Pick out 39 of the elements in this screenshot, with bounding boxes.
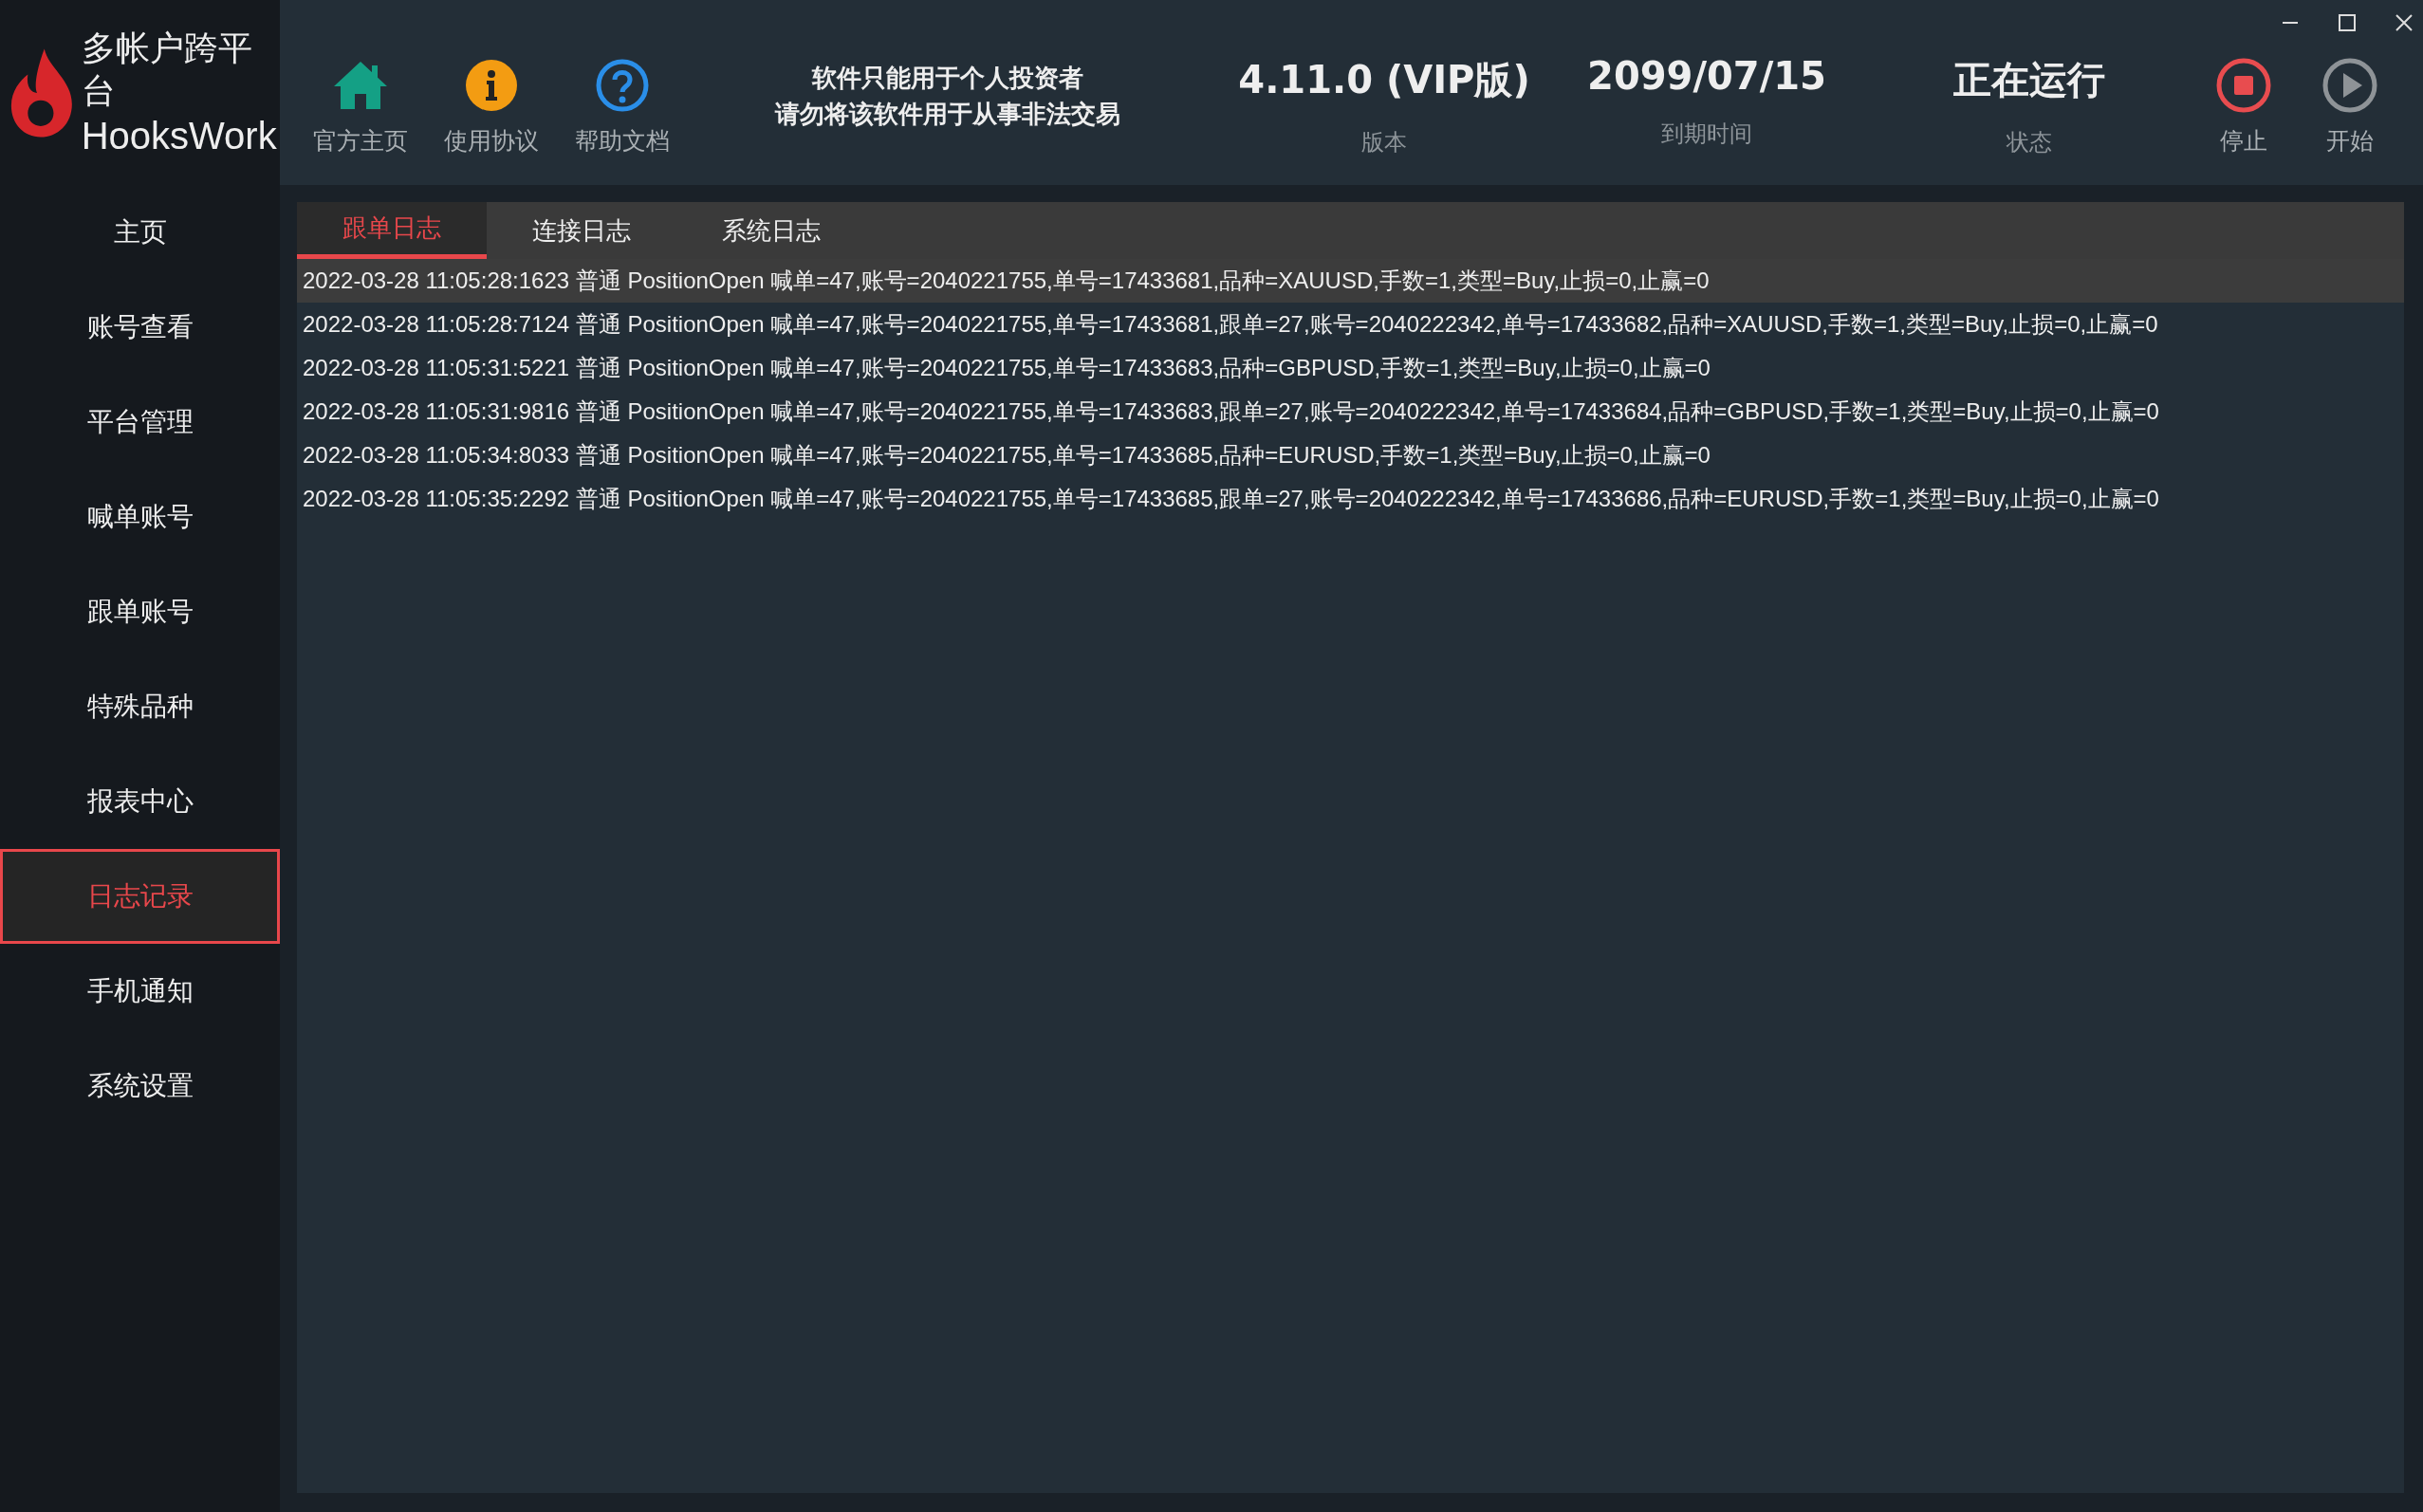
- log-entry[interactable]: 2022-03-28 11:05:34:8033 普通 PositionOpen 喊单=47,账号=2040221755,单号=17433685,品种=EURUSD,手数=1,类型=Buy,止损=0,止赢=0: [297, 433, 2404, 477]
- app-name: 多帐户跨平台: [81, 27, 253, 112]
- sidebar-item[interactable]: 特殊品种: [0, 659, 280, 754]
- toolbar-button[interactable]: 帮助文档: [563, 57, 682, 157]
- log-entry[interactable]: 2022-03-28 11:05:31:5221 普通 PositionOpen 喊单=47,账号=2040221755,单号=17433683,品种=GBPUSD,手数=1,类型=Buy,止损=0,止赢=0: [297, 346, 2404, 390]
- maximize-icon[interactable]: [2338, 13, 2357, 32]
- sidebar-item[interactable]: 系统设置: [0, 1039, 280, 1134]
- control-button[interactable]: 开始: [2297, 57, 2403, 157]
- toolbar-button[interactable]: 使用协议: [432, 57, 551, 157]
- toolbar-button[interactable]: 官方主页: [301, 57, 420, 157]
- sidebar-item[interactable]: 账号查看: [0, 280, 280, 375]
- notice-text: 请勿将该软件用于从事非法交易: [775, 98, 1120, 130]
- tab[interactable]: 系统日志: [676, 202, 866, 259]
- notice-text: 软件只能用于个人投资者: [812, 62, 1083, 94]
- sidebar-item[interactable]: 平台管理: [0, 375, 280, 470]
- info-label: 状态: [2007, 128, 2052, 157]
- sidebar-item[interactable]: 日志记录: [0, 849, 280, 944]
- brand-name: HooksWork: [81, 113, 278, 158]
- sidebar-item[interactable]: 主页: [0, 185, 280, 280]
- info-label: 到期时间: [1661, 120, 1752, 149]
- info-value: 2099/07/15: [1587, 54, 1826, 98]
- tab[interactable]: 跟单日志: [297, 202, 487, 259]
- close-icon[interactable]: [2395, 13, 2414, 32]
- help-icon: [596, 59, 649, 112]
- tab[interactable]: 连接日志: [487, 202, 676, 259]
- sidebar-item[interactable]: 报表中心: [0, 754, 280, 849]
- sidebar-item[interactable]: 跟单账号: [0, 564, 280, 659]
- log-entry[interactable]: 2022-03-28 11:05:31:9816 普通 PositionOpen 喊单=47,账号=2040221755,单号=17433683,跟单=27,账号=2040222342,单号=17433684,品种=GBPUSD,手数=1,类型=Buy,止损=0,止赢=0: [297, 390, 2404, 433]
- log-entry[interactable]: 2022-03-28 11:05:35:2292 普通 PositionOpen 喊单=47,账号=2040221755,单号=17433685,跟单=27,账号=2040222342,单号=17433686,品种=EURUSD,手数=1,类型=Buy,止损=0,止赢=0: [297, 477, 2404, 521]
- home-icon: [332, 60, 389, 111]
- info-icon: [465, 59, 518, 112]
- sidebar-item[interactable]: 喊单账号: [0, 470, 280, 564]
- info-label: 版本: [1361, 128, 1407, 157]
- control-button[interactable]: 停止: [2191, 57, 2297, 157]
- log-entry[interactable]: 2022-03-28 11:05:28:7124 普通 PositionOpen 喊单=47,账号=2040221755,单号=17433681,跟单=27,账号=2040222342,单号=17433682,品种=XAUUSD,手数=1,类型=Buy,止损=0,止赢=0: [297, 303, 2404, 346]
- info-value: 正在运行: [1953, 57, 2105, 103]
- info-value: 4.11.0 (VIP版): [1238, 57, 1530, 103]
- log-entry[interactable]: 2022-03-28 11:05:28:1623 普通 PositionOpen 喊单=47,账号=2040221755,单号=17433681,品种=XAUUSD,手数=1,类型=Buy,止损=0,止赢=0: [297, 259, 2404, 303]
- sidebar-item[interactable]: 手机通知: [0, 944, 280, 1039]
